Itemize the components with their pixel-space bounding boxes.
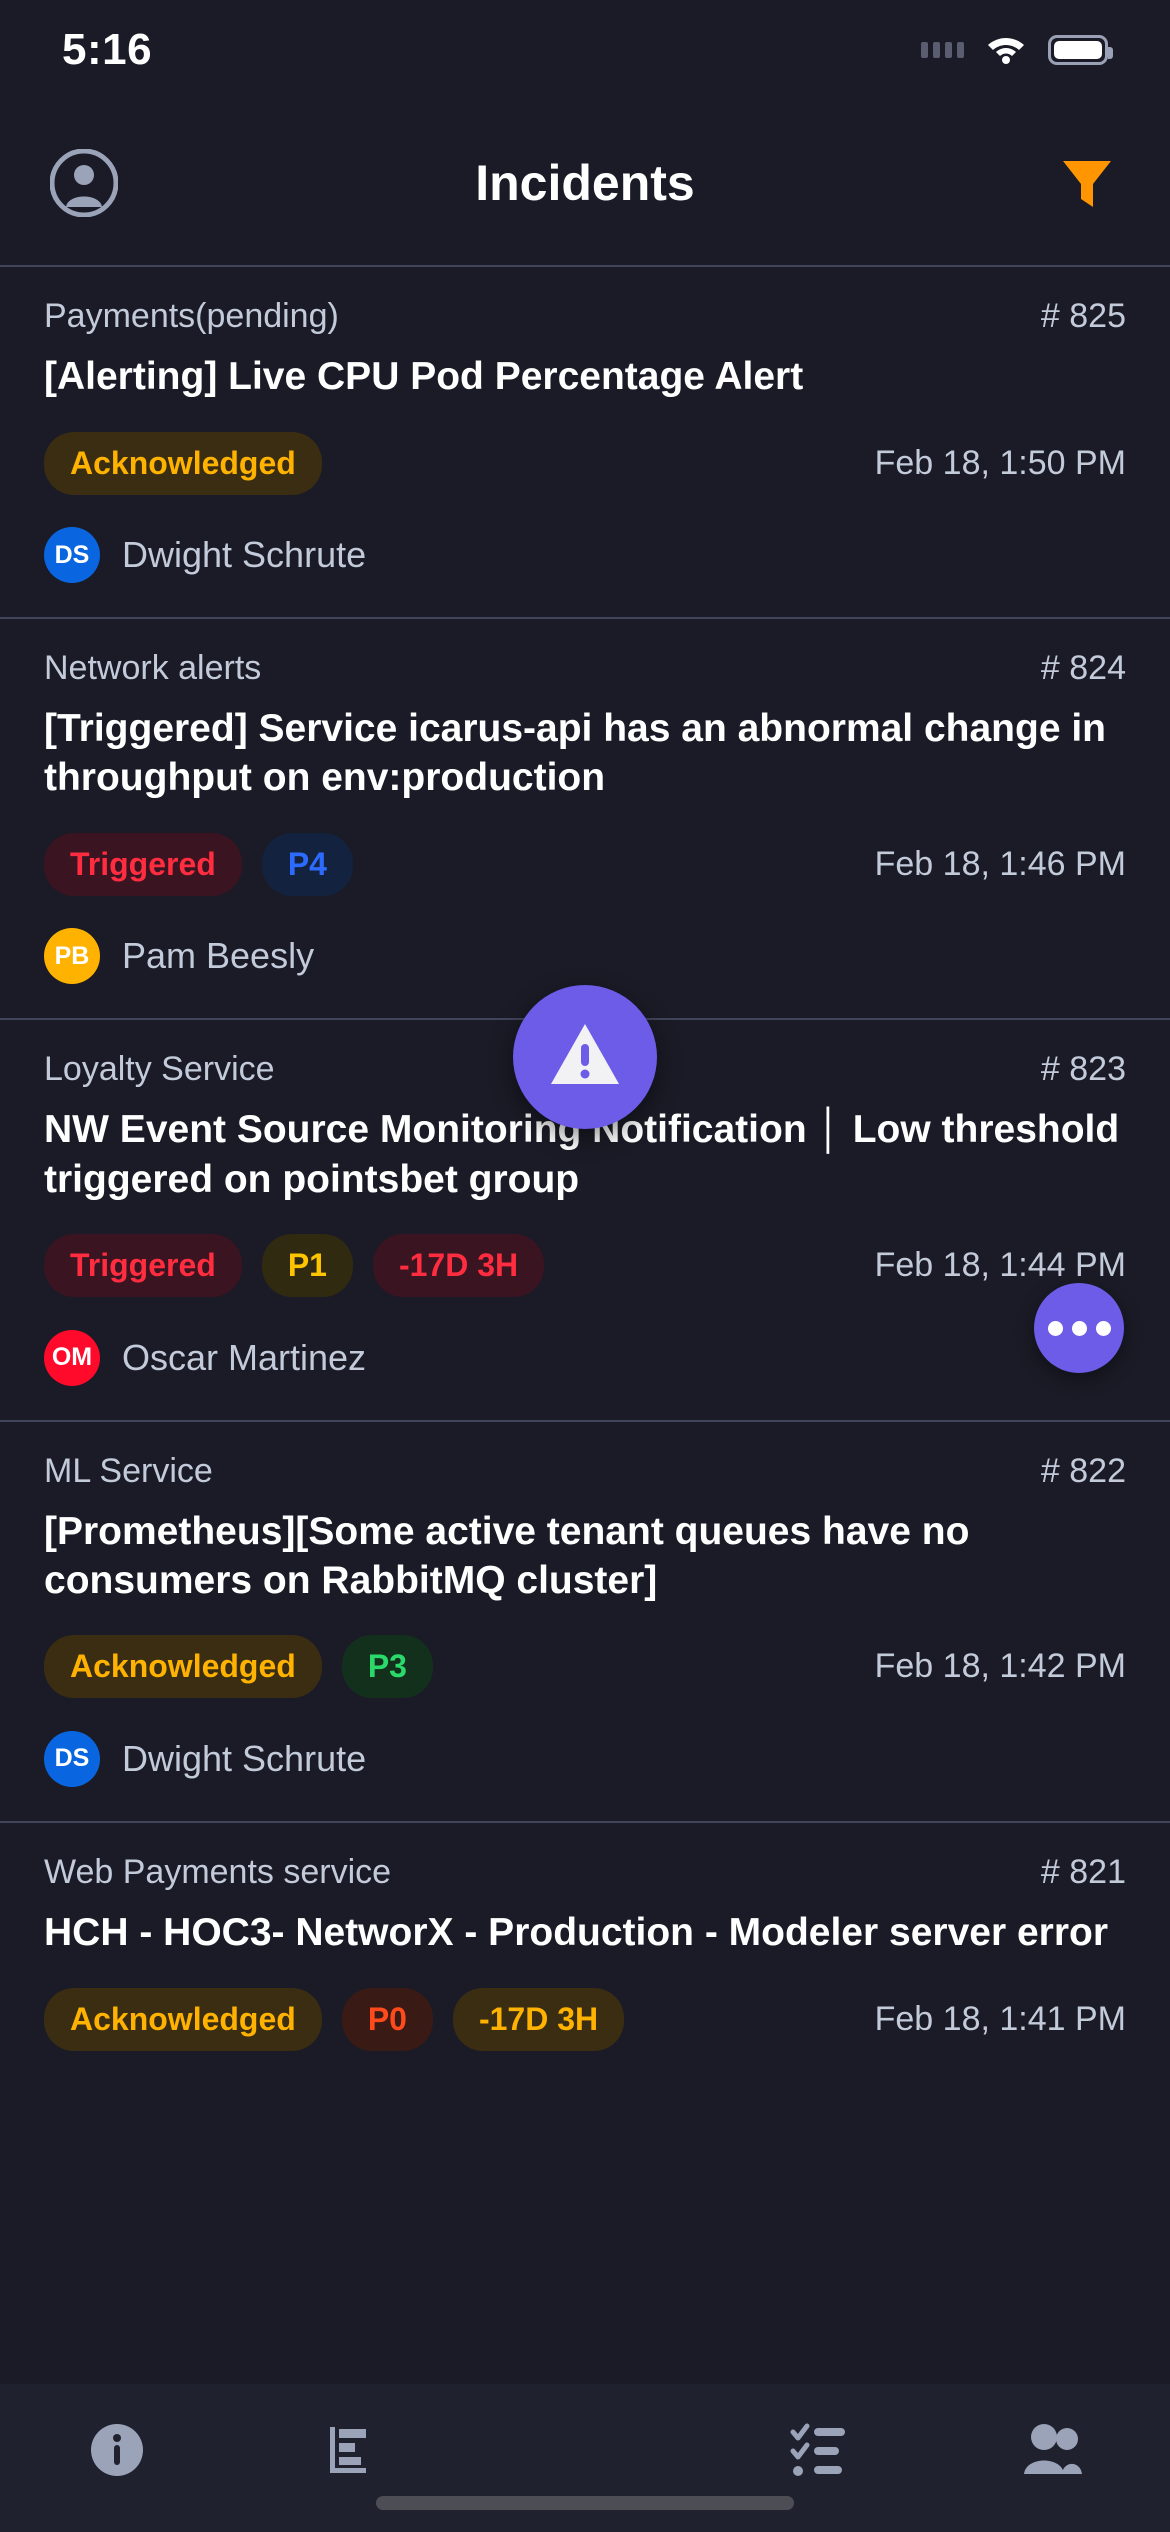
incident-title: [Triggered] Service icarus-api has an ab…: [44, 707, 1107, 800]
priority-badge: P1: [261, 1234, 353, 1298]
card-header: ML Service # 822: [44, 1452, 1126, 1491]
card-header: Network alerts # 824: [44, 649, 1126, 688]
app-screen: 5:16 Incidents Payments(pending) # 825 […: [0, 0, 1170, 2532]
incident-title: [Prometheus][Some active tenant queues h…: [44, 1509, 970, 1602]
assignee-row: DS Dwight Schrute: [44, 527, 1126, 584]
checklist-icon: [790, 2421, 848, 2484]
priority-badge: P3: [341, 1635, 433, 1699]
tab-info[interactable]: [42, 2412, 192, 2492]
incident-time: Feb 18, 1:44 PM: [874, 1246, 1126, 1285]
assignee-name: Oscar Martinez: [122, 1336, 367, 1378]
card-meta-row: Acknowledged P3 Feb 18, 1:42 PM: [44, 1631, 1126, 1703]
priority-badge: P0: [341, 1987, 433, 2051]
more-horizontal-icon: [1047, 1320, 1111, 1336]
tab-reports[interactable]: [276, 2412, 426, 2492]
tab-teams[interactable]: [978, 2412, 1128, 2492]
wifi-icon: [986, 35, 1026, 65]
incident-card[interactable]: Web Payments service # 821 HCH - HOC3- N…: [0, 1820, 1170, 2089]
badge-group: Triggered P4: [44, 832, 353, 896]
assignee-name: Dwight Schrute: [122, 1737, 367, 1779]
incident-time: Feb 18, 1:41 PM: [874, 1999, 1126, 2038]
incident-id: # 822: [1040, 1451, 1126, 1490]
signal-dots-icon: [921, 42, 964, 58]
incident-time: Feb 18, 1:42 PM: [874, 1647, 1126, 1686]
status-badge: Acknowledged: [44, 1987, 322, 2051]
incident-id: # 821: [1040, 1852, 1126, 1891]
incident-time: Feb 18, 1:46 PM: [874, 844, 1126, 883]
incident-service: Web Payments service: [44, 1852, 392, 1891]
badge-group: Acknowledged P3: [44, 1635, 433, 1699]
assignee-row: PB Pam Beesly: [44, 928, 1126, 985]
card-meta-row: Triggered P1 -17D 3H Feb 18, 1:44 PM: [44, 1230, 1126, 1302]
people-icon: [1022, 2422, 1084, 2483]
bar-chart-icon: [322, 2421, 380, 2484]
sla-badge: -17D 3H: [372, 1234, 545, 1298]
incident-time: Feb 18, 1:50 PM: [874, 443, 1126, 482]
avatar: DS: [44, 1730, 100, 1787]
status-badge: Triggered: [44, 832, 242, 896]
badge-group: Acknowledged P0 -17D 3H: [44, 1987, 625, 2051]
warning-triangle-icon: [547, 1020, 623, 1095]
incident-id: # 823: [1040, 1050, 1126, 1089]
nav-header: Incidents: [0, 100, 1170, 265]
battery-icon: [1048, 35, 1113, 65]
incident-service: ML Service: [44, 1451, 213, 1490]
card-meta-row: Acknowledged P0 -17D 3H Feb 18, 1:41 PM: [44, 1983, 1126, 2055]
account-circle-icon[interactable]: [50, 148, 118, 217]
badge-group: Triggered P1 -17D 3H: [44, 1234, 545, 1298]
assignee-row: DS Dwight Schrute: [44, 1730, 1126, 1787]
status-bar-indicators: [921, 35, 1113, 65]
status-badge: Acknowledged: [44, 431, 322, 495]
avatar: PB: [44, 928, 100, 985]
incident-id: # 824: [1040, 649, 1126, 688]
card-header: Payments(pending) # 825: [44, 297, 1126, 336]
assignee-name: Dwight Schrute: [122, 534, 367, 576]
assignee-name: Pam Beesly: [122, 935, 315, 977]
assignee-row: OM Oscar Martinez: [44, 1329, 1126, 1386]
more-options-fab[interactable]: [1034, 1283, 1124, 1373]
card-meta-row: Acknowledged Feb 18, 1:50 PM: [44, 427, 1126, 499]
avatar: DS: [44, 527, 100, 584]
priority-badge: P4: [261, 832, 353, 896]
status-badge: Acknowledged: [44, 1635, 322, 1699]
create-incident-fab[interactable]: [513, 985, 657, 1129]
status-bar-time: 5:16: [62, 25, 153, 74]
incident-card[interactable]: Network alerts # 824 [Triggered] Service…: [0, 617, 1170, 1019]
incident-service: Payments(pending): [44, 297, 339, 335]
tab-tasks[interactable]: [744, 2412, 894, 2492]
badge-group: Acknowledged: [44, 431, 322, 495]
info-icon: [89, 2422, 145, 2483]
incident-title: HCH - HOC3- NetworX - Production - Model…: [44, 1910, 1109, 1954]
filter-funnel-icon[interactable]: [1054, 150, 1120, 216]
incident-service: Network alerts: [44, 649, 262, 688]
incident-service: Loyalty Service: [44, 1050, 275, 1089]
incident-card[interactable]: ML Service # 822 [Prometheus][Some activ…: [0, 1419, 1170, 1821]
incident-title: [Alerting] Live CPU Pod Percentage Alert: [44, 355, 804, 398]
card-header: Web Payments service # 821: [44, 1853, 1126, 1892]
status-bar: 5:16: [0, 0, 1170, 100]
incident-card[interactable]: Payments(pending) # 825 [Alerting] Live …: [0, 265, 1170, 618]
sla-badge: -17D 3H: [452, 1987, 625, 2051]
avatar: OM: [44, 1329, 100, 1386]
page-title: Incidents: [475, 154, 695, 211]
incident-id: # 825: [1040, 297, 1126, 335]
incident-list[interactable]: Payments(pending) # 825 [Alerting] Live …: [0, 265, 1170, 2385]
status-badge: Triggered: [44, 1234, 242, 1298]
home-indicator: [376, 2496, 794, 2510]
card-meta-row: Triggered P4 Feb 18, 1:46 PM: [44, 828, 1126, 900]
tab-spacer: [510, 2412, 660, 2492]
